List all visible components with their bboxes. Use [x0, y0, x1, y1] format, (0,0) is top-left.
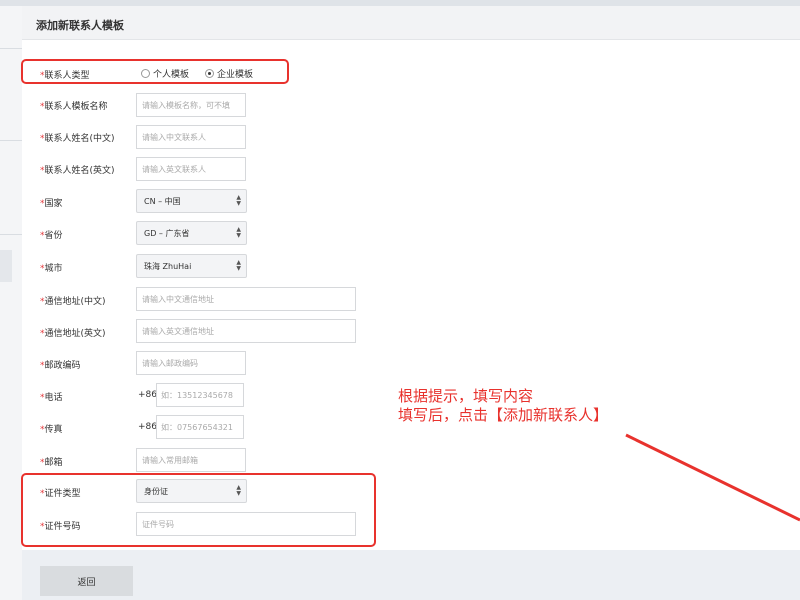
- phone-label: *电话: [40, 393, 63, 403]
- select-arrows-icon: ▲ ▼: [236, 226, 241, 239]
- address-en-label: *通信地址(英文): [40, 329, 106, 339]
- postcode-label: *邮政编码: [40, 361, 81, 371]
- page-title: 添加新联系人模板: [36, 19, 124, 32]
- instruction-annotation: 根据提示，填写内容 填写后，点击【添加新联系人】: [398, 387, 609, 424]
- back-button[interactable]: 返回: [40, 566, 133, 596]
- select-arrows-icon: ▲ ▼: [236, 194, 241, 207]
- phone-country-code: +86: [138, 390, 157, 400]
- highlight-box-id-fields: [21, 473, 376, 547]
- fax-country-code: +86: [138, 422, 157, 432]
- sidebar-divider: [0, 140, 22, 141]
- postcode-input[interactable]: [136, 351, 246, 375]
- left-sidebar-strip: [0, 6, 22, 600]
- name-cn-input[interactable]: [136, 125, 246, 149]
- province-select[interactable]: GD – 广东省 ▲ ▼: [136, 221, 247, 245]
- city-select[interactable]: 珠海 ZhuHai ▲ ▼: [136, 254, 247, 278]
- fax-input[interactable]: [156, 415, 244, 439]
- sidebar-active-block: [0, 250, 12, 282]
- address-en-input[interactable]: [136, 319, 356, 343]
- address-cn-input[interactable]: [136, 287, 356, 311]
- name-en-input[interactable]: [136, 157, 246, 181]
- province-label: *省份: [40, 231, 63, 241]
- highlight-box-contact-type: [21, 59, 289, 84]
- select-arrows-icon: ▲ ▼: [236, 259, 241, 272]
- sidebar-divider: [0, 48, 22, 49]
- city-label: *城市: [40, 264, 63, 274]
- email-input[interactable]: [136, 448, 246, 472]
- panel-header: 添加新联系人模板: [22, 6, 800, 40]
- template-name-input[interactable]: [136, 93, 246, 117]
- sidebar-divider: [0, 234, 22, 235]
- name-en-label: *联系人姓名(英文): [40, 166, 115, 176]
- country-label: *国家: [40, 199, 63, 209]
- country-select[interactable]: CN – 中国 ▲ ▼: [136, 189, 247, 213]
- name-cn-label: *联系人姓名(中文): [40, 134, 115, 144]
- address-cn-label: *通信地址(中文): [40, 297, 106, 307]
- fax-label: *传真: [40, 425, 63, 435]
- template-name-label: *联系人模板名称: [40, 102, 108, 112]
- phone-input[interactable]: [156, 383, 244, 407]
- email-label: *邮箱: [40, 458, 63, 468]
